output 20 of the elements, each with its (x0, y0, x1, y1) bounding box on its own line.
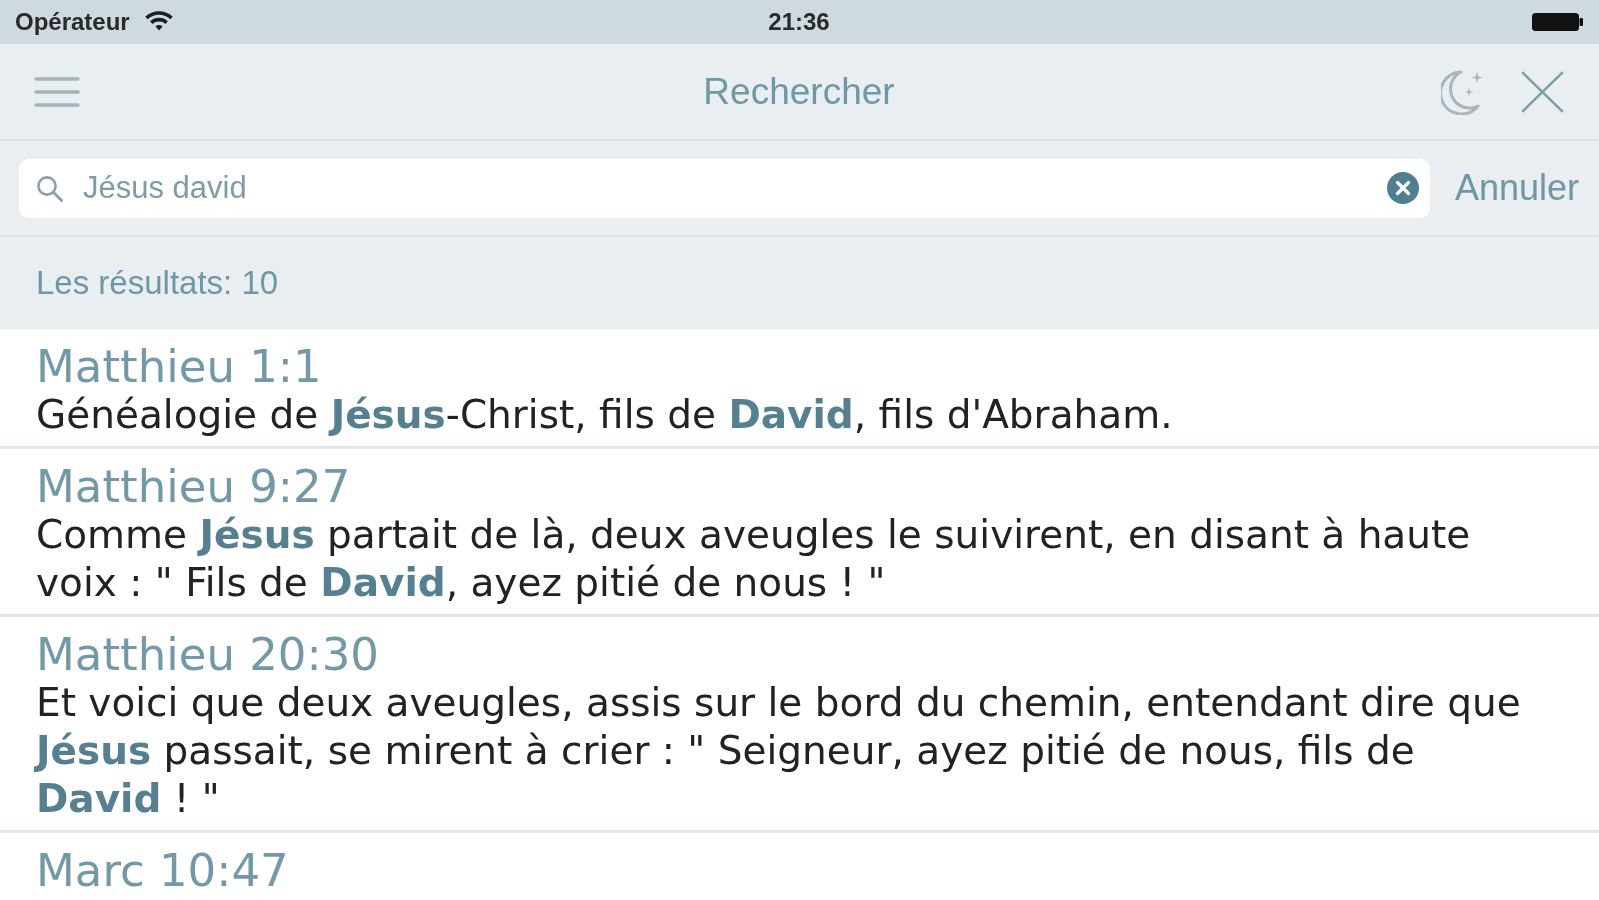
wifi-icon (143, 9, 174, 31)
verse-reference: Marc 10:47 (36, 847, 289, 895)
cancel-button[interactable]: Annuler (1454, 166, 1579, 210)
status-time: 21:36 (768, 7, 830, 37)
verse-reference: Matthieu 20:30 (36, 631, 379, 679)
results-count: Les résultats: 10 (36, 263, 279, 303)
carrier-name: Opérateur (15, 7, 130, 37)
verse-text: Comme Jésus partait de là, deux aveugles le suivirent, en disant à haute voix : " Fils de David, ayez pitié de nous ! " (36, 511, 1472, 607)
search-field[interactable]: Jésus david (19, 158, 1430, 218)
search-icon (36, 174, 63, 202)
menu-icon[interactable] (34, 76, 80, 107)
close-icon[interactable] (1521, 70, 1564, 113)
verse-text: Généalogie de Jésus-Christ, fils de David, fils d'Abraham. (36, 391, 1173, 439)
verse-reference: Matthieu 9:27 (36, 463, 351, 511)
verse-reference: Matthieu 1:1 (36, 343, 322, 391)
battery-icon (1532, 13, 1583, 31)
search-input[interactable]: Jésus david (83, 170, 1367, 206)
moon-icon[interactable] (1441, 68, 1483, 115)
screen-title: Rechercher (703, 69, 895, 114)
clear-icon[interactable] (1386, 172, 1419, 204)
